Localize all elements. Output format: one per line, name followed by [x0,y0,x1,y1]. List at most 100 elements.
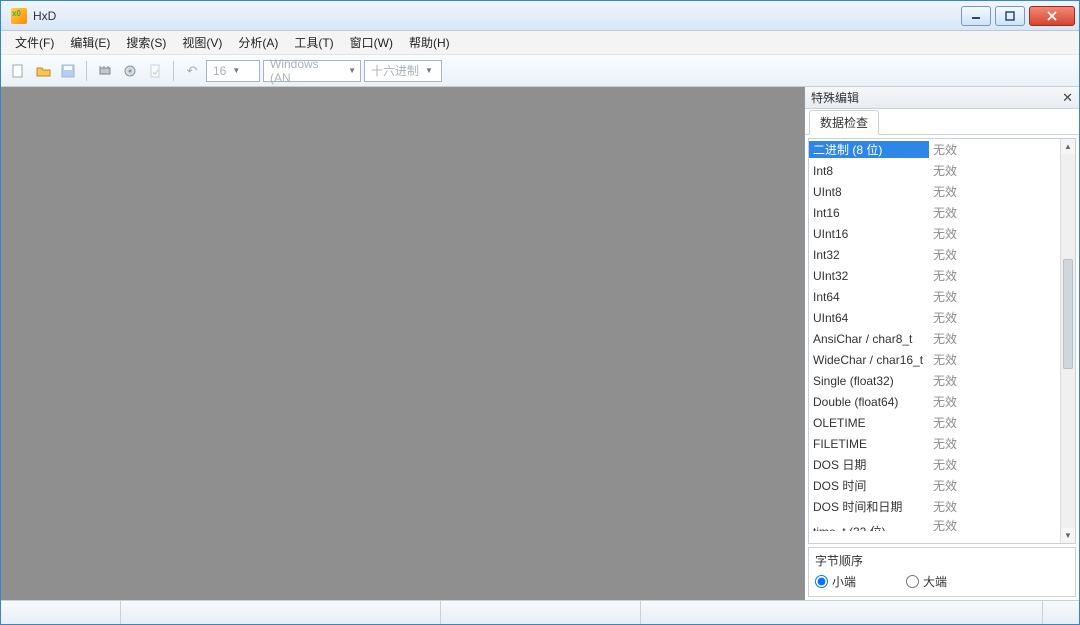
inspector-key: Int32 [809,248,929,262]
inspector-value: 无效 [929,351,1060,368]
side-panel: 特殊编辑 ✕ 数据检查 二进制 (8 位)无效Int8无效UInt8无效Int1… [804,87,1079,600]
inspector-row[interactable]: UInt32无效 [809,265,1060,286]
inspector-key: Int64 [809,290,929,304]
inspector-key: Int8 [809,164,929,178]
inspector-key: Single (float32) [809,374,929,388]
inspector-row[interactable]: Int64无效 [809,286,1060,307]
inspector-row[interactable]: Int8无效 [809,160,1060,181]
inspector-value: 无效 [929,141,1060,158]
status-cell [121,601,441,624]
status-cell [641,601,1043,624]
bytes-per-row-select[interactable]: 16▼ [206,60,260,82]
inspector-value: 无效 [929,456,1060,473]
toolbar-separator [86,61,87,81]
radix-select[interactable]: 十六进制 ▼ [364,60,442,82]
inspector-key: UInt16 [809,227,929,241]
radio-little-endian[interactable]: 小端 [815,573,856,590]
inspector-row[interactable]: 二进制 (8 位)无效 [809,139,1060,160]
inspector-key: 二进制 (8 位) [809,141,929,158]
menu-edit[interactable]: 编辑(E) [62,31,118,54]
new-button[interactable] [7,60,29,82]
encoding-select[interactable]: Windows (AN ▼ [263,60,361,82]
encoding-value: Windows (AN [270,57,342,85]
inspector-key: UInt32 [809,269,929,283]
status-cell [1043,601,1079,624]
inspector-row[interactable]: DOS 时间和日期无效 [809,496,1060,517]
open-disk-button[interactable] [119,60,141,82]
inspector-row[interactable]: Double (float64)无效 [809,391,1060,412]
inspector-row[interactable]: OLETIME无效 [809,412,1060,433]
window-title: HxD [33,9,56,23]
window-buttons [961,6,1075,26]
menu-analyze[interactable]: 分析(A) [230,31,286,54]
chevron-down-icon: ▼ [232,66,240,75]
inspector-key: Int16 [809,206,929,220]
inspector-key: Double (float64) [809,395,929,409]
menu-help[interactable]: 帮助(H) [401,31,458,54]
save-button[interactable] [57,60,79,82]
menu-file[interactable]: 文件(F) [7,31,62,54]
toolbar-separator [173,61,174,81]
inspector-key: DOS 时间和日期 [809,498,929,515]
inspector-value: 无效 [929,477,1060,494]
data-inspector-list: 二进制 (8 位)无效Int8无效UInt8无效Int16无效UInt16无效I… [808,138,1076,544]
inspector-row[interactable]: Single (float32)无效 [809,370,1060,391]
inspector-key: UInt64 [809,311,929,325]
inspector-key: UInt8 [809,185,929,199]
inspector-value: 无效 [929,267,1060,284]
tab-data-inspector[interactable]: 数据检查 [809,110,879,135]
open-button[interactable] [32,60,54,82]
titlebar: HxD [1,1,1079,31]
inspector-key: OLETIME [809,416,929,430]
inspector-row[interactable]: UInt64无效 [809,307,1060,328]
reload-button[interactable] [144,60,166,82]
inspector-value: 无效 [929,309,1060,326]
scroll-down-icon[interactable]: ▼ [1061,528,1075,543]
inspector-row[interactable]: Int32无效 [809,244,1060,265]
side-panel-tabs: 数据检查 [805,109,1079,135]
scrollbar[interactable]: ▲ ▼ [1060,139,1075,543]
inspector-value: 无效 [929,372,1060,389]
inspector-row[interactable]: FILETIME无效 [809,433,1060,454]
hex-workspace[interactable] [1,87,804,600]
byte-order-group: 字节顺序 小端 大端 [808,547,1076,597]
inspector-row[interactable]: DOS 时间无效 [809,475,1060,496]
inspector-value: 无效 [929,498,1060,515]
maximize-button[interactable] [995,6,1025,26]
inspector-row[interactable]: WideChar / char16_t无效 [809,349,1060,370]
inspector-row[interactable]: DOS 日期无效 [809,454,1060,475]
inspector-key: FILETIME [809,437,929,451]
inspector-row[interactable]: UInt8无效 [809,181,1060,202]
menu-window[interactable]: 窗口(W) [342,31,401,54]
open-ram-button[interactable] [94,60,116,82]
toolbar: ↶ 16▼ Windows (AN ▼ 十六进制 ▼ [1,55,1079,87]
minimize-button[interactable] [961,6,991,26]
inspector-key: AnsiChar / char8_t [809,332,929,346]
chevron-down-icon: ▼ [348,66,356,75]
side-panel-close-icon[interactable]: ✕ [1062,90,1073,106]
app-icon [11,8,27,24]
inspector-value: 无效 [929,393,1060,410]
main-area: 特殊编辑 ✕ 数据检查 二进制 (8 位)无效Int8无效UInt8无效Int1… [1,87,1079,600]
menu-search[interactable]: 搜索(S) [118,31,174,54]
inspector-row[interactable]: UInt16无效 [809,223,1060,244]
chevron-down-icon: ▼ [425,66,433,75]
inspector-value: 无效 [929,225,1060,242]
status-cell [1,601,121,624]
inspector-row[interactable]: AnsiChar / char8_t无效 [809,328,1060,349]
inspector-row[interactable]: time_t (32 位)无效 [809,517,1060,531]
scroll-thumb[interactable] [1063,259,1073,369]
inspector-row[interactable]: Int16无效 [809,202,1060,223]
side-panel-body: 二进制 (8 位)无效Int8无效UInt8无效Int16无效UInt16无效I… [805,135,1079,600]
inspector-value: 无效 [929,162,1060,179]
scroll-up-icon[interactable]: ▲ [1061,139,1075,154]
inspector-value: 无效 [929,330,1060,347]
undo-button[interactable]: ↶ [181,60,203,82]
radix-value: 十六进制 [371,62,419,79]
menu-tools[interactable]: 工具(T) [286,31,341,54]
status-cell [441,601,641,624]
radio-big-endian[interactable]: 大端 [906,573,947,590]
statusbar [1,600,1079,624]
menu-view[interactable]: 视图(V) [174,31,230,54]
close-button[interactable] [1029,6,1075,26]
